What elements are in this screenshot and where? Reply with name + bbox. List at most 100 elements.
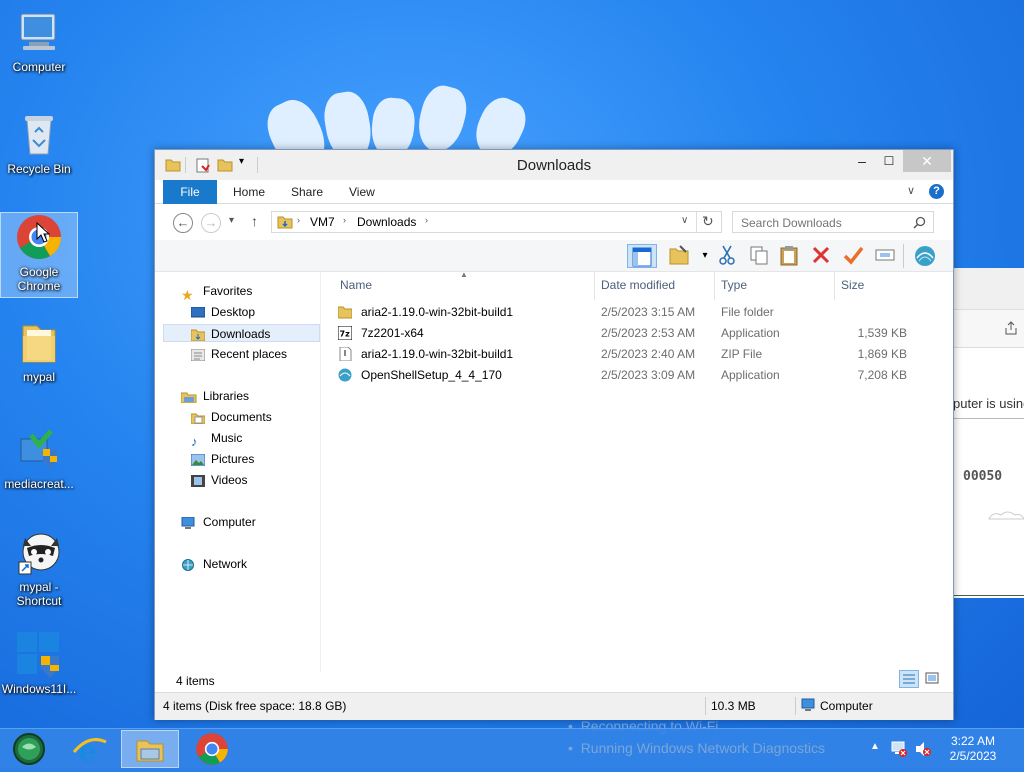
nav-network[interactable]: Network [181, 555, 247, 573]
cloud-icon [988, 511, 1024, 520]
properties-button[interactable] [667, 244, 691, 268]
folder-icon [338, 306, 352, 319]
desktop-icon-label: Recycle Bin [7, 162, 71, 176]
desktop-icon-mypal[interactable]: mypal [1, 318, 77, 384]
help-icon[interactable]: ? [929, 184, 944, 199]
desktop-icon-computer[interactable]: Computer [1, 8, 77, 74]
nav-videos[interactable]: Videos [191, 471, 247, 489]
clipboard-icon [780, 246, 798, 266]
address-bar[interactable]: › VM7 › Downloads › ∨ ↻ [271, 211, 722, 233]
file-row[interactable]: aria2-1.19.0-win-32bit-build1 2/5/2023 2… [335, 344, 935, 365]
close-button[interactable]: ✕ [903, 150, 951, 172]
network-status-icon[interactable] [890, 740, 908, 758]
nav-favorites[interactable]: ★ Favorites [181, 282, 252, 303]
downloads-folder-icon [191, 329, 205, 341]
column-header-size[interactable]: Size [841, 278, 864, 292]
delete-button[interactable] [809, 244, 833, 268]
address-row: ← → ▾ ↑ › VM7 › Downloads › ∨ ↻ [155, 204, 953, 240]
tab-home[interactable]: Home [223, 180, 275, 204]
file-type: ZIP File [721, 347, 763, 361]
properties-dropdown-icon[interactable]: ▾ [693, 244, 717, 268]
taskbar-google-chrome[interactable] [183, 730, 241, 768]
item-count-bar: 4 items [155, 670, 953, 692]
system-clock[interactable]: 3:22 AM 2/5/2023 [940, 734, 1006, 764]
details-view-button[interactable] [899, 670, 919, 688]
nav-desktop[interactable]: Desktop [191, 303, 255, 321]
column-header-name[interactable]: Name [340, 278, 372, 292]
check-button[interactable] [841, 244, 865, 268]
details-view-icon [903, 674, 915, 684]
column-separator[interactable] [714, 272, 715, 300]
desktop-icon-label: mediacreat... [4, 477, 74, 491]
wallpaper-shape [412, 81, 472, 157]
large-icons-view-button[interactable] [923, 670, 943, 688]
nav-label: Recent places [211, 347, 288, 361]
recent-places-icon [191, 348, 205, 361]
file-name: OpenShellSetup_4_4_170 [361, 368, 502, 382]
nav-pictures[interactable]: Pictures [191, 450, 254, 468]
column-header-type[interactable]: Type [721, 278, 747, 292]
desktop-icon-mediacreation[interactable]: mediacreat... [1, 425, 77, 491]
tab-share[interactable]: Share [281, 180, 333, 204]
paste-button[interactable] [777, 244, 801, 268]
network-item: • Running Windows Network Diagnostics [568, 740, 826, 756]
item-count: 4 items [176, 674, 215, 688]
column-header-date[interactable]: Date modified [601, 278, 675, 292]
search-box[interactable] [732, 211, 934, 233]
back-button[interactable]: ← [173, 213, 193, 233]
search-icon[interactable] [913, 216, 926, 229]
desktop-icon-windows11[interactable]: Windows11I... [1, 630, 77, 696]
tab-view[interactable]: View [339, 180, 385, 204]
column-separator[interactable] [834, 272, 835, 300]
navigation-pane-button[interactable] [627, 244, 657, 268]
nav-downloads[interactable]: Downloads [163, 324, 320, 342]
ribbon-expand-icon[interactable]: ∨ [907, 184, 915, 197]
location-label: Computer [820, 699, 873, 713]
share-icon[interactable] [1003, 320, 1019, 336]
start-button[interactable] [0, 730, 58, 768]
breadcrumb-vm7[interactable]: VM7 [310, 215, 335, 229]
background-window-text: puter is using [953, 396, 1024, 411]
refresh-icon[interactable]: ↻ [702, 213, 714, 230]
ground-line [953, 595, 1024, 596]
nav-documents[interactable]: Documents [191, 408, 272, 426]
nav-music[interactable]: ♪ Music [191, 429, 242, 449]
rename-button[interactable] [873, 244, 897, 268]
show-hidden-icons-button[interactable]: ▲ [870, 741, 880, 752]
taskbar-internet-explorer[interactable]: e [60, 730, 118, 769]
music-icon: ♪ [191, 433, 198, 449]
breadcrumb-downloads[interactable]: Downloads [357, 215, 416, 229]
file-row[interactable]: 7z 7z2201-x64 2/5/2023 2:53 AM Applicati… [335, 323, 935, 344]
tab-file[interactable]: File [163, 180, 217, 204]
recent-locations-icon[interactable]: ▾ [229, 215, 234, 226]
svg-text:7z: 7z [340, 330, 351, 339]
file-row[interactable]: aria2-1.19.0-win-32bit-build1 2/5/2023 3… [335, 302, 935, 323]
volume-muted-icon[interactable] [914, 740, 932, 758]
computer-icon [15, 8, 63, 56]
file-type: Application [721, 326, 780, 340]
nav-recent-places[interactable]: Recent places [191, 345, 287, 363]
file-row[interactable]: OpenShellSetup_4_4_170 2/5/2023 3:09 AM … [335, 365, 935, 386]
nav-label: Libraries [203, 389, 250, 403]
shell-icon [338, 368, 352, 382]
nav-computer[interactable]: Computer [181, 513, 256, 531]
column-separator[interactable] [594, 272, 595, 300]
search-input[interactable] [739, 215, 909, 231]
cut-button[interactable] [715, 244, 739, 268]
taskbar-file-explorer[interactable] [121, 730, 179, 768]
desktop-icon-mypal-shortcut[interactable]: mypal - Shortcut [1, 528, 77, 608]
title-bar[interactable]: ▾ Downloads ‒ ☐ ✕ [155, 150, 953, 180]
open-shell-button[interactable] [913, 244, 937, 268]
copy-button[interactable] [747, 244, 771, 268]
minimize-button[interactable]: ‒ [849, 150, 875, 172]
start-orb-icon [13, 733, 45, 765]
up-button[interactable]: ↑ [251, 213, 258, 229]
7zip-icon: 7z [338, 326, 352, 340]
maximize-button[interactable]: ☐ [877, 150, 901, 172]
desktop-icon-recycle-bin[interactable]: Recycle Bin [1, 110, 77, 176]
address-dropdown-icon[interactable]: ∨ [681, 215, 688, 226]
forward-button[interactable]: → [201, 213, 221, 233]
desktop-icon-label: Windows11I... [1, 682, 77, 696]
sort-ascending-icon: ▲ [460, 270, 468, 279]
nav-libraries[interactable]: Libraries [181, 387, 249, 405]
